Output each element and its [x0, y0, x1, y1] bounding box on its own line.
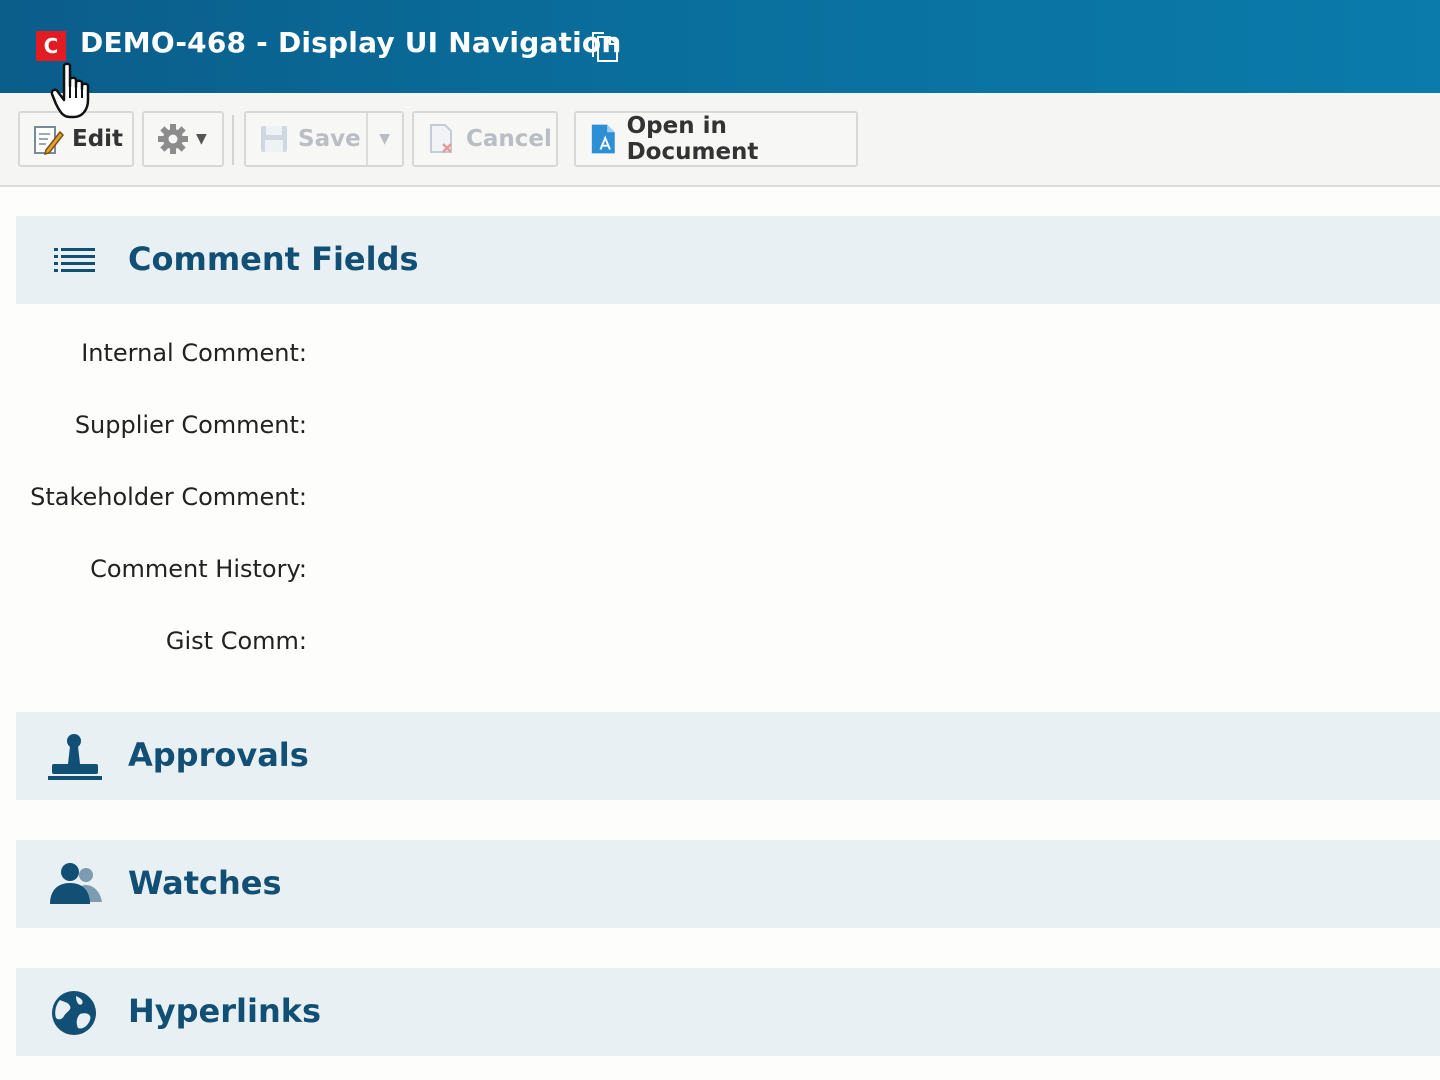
section-header-hyperlinks[interactable]: Hyperlinks: [16, 968, 1440, 1056]
chevron-down-icon: ▼: [196, 131, 207, 147]
users-icon: [50, 863, 102, 904]
edit-icon: [34, 126, 64, 156]
settings-menu-button[interactable]: ▼: [142, 111, 224, 167]
field-label-gist-comm: Gist Comm:: [165, 627, 307, 655]
section-header-approvals[interactable]: Approvals: [16, 712, 1440, 800]
item-type-badge: C: [36, 31, 66, 61]
section-header-comment-fields[interactable]: Comment Fields: [16, 216, 1440, 304]
list-icon: [54, 248, 95, 272]
cancel-icon: [430, 124, 452, 153]
save-label: Save: [298, 126, 361, 152]
edit-label: Edit: [72, 126, 124, 152]
save-split-divider: [366, 113, 368, 165]
section-title: Hyperlinks: [128, 992, 322, 1030]
save-button[interactable]: Save ▼: [244, 111, 404, 167]
item-header: C DEMO-468 - Display UI Navigation: [0, 0, 1440, 93]
save-icon: [261, 126, 287, 152]
section-title: Approvals: [128, 736, 309, 774]
field-label-internal-comment: Internal Comment:: [81, 339, 307, 367]
hand-cursor-icon: [50, 62, 90, 119]
cancel-button[interactable]: Cancel: [412, 111, 558, 167]
gear-icon: [158, 124, 188, 154]
field-label-comment-history: Comment History:: [90, 555, 307, 583]
toolbar-separator: [232, 115, 234, 165]
section-title: Comment Fields: [128, 240, 419, 278]
field-label-supplier-comment: Supplier Comment:: [74, 411, 307, 439]
open-in-document-label: Open in Document: [626, 113, 759, 165]
section-header-watches[interactable]: Watches: [16, 840, 1440, 928]
open-document-icon: [591, 124, 615, 154]
section-title: Watches: [128, 864, 282, 902]
item-title[interactable]: DEMO-468 - Display UI Navigation: [80, 26, 622, 59]
toolbar: Edit ▼ Save ▼ Cancel Open in Document: [0, 93, 1440, 187]
copy-icon[interactable]: [588, 29, 622, 63]
cancel-label: Cancel: [466, 126, 552, 152]
save-dropdown-chevron-icon[interactable]: ▼: [379, 131, 390, 147]
stamp-icon: [48, 734, 102, 780]
globe-icon: [52, 991, 96, 1035]
open-in-document-button[interactable]: Open in Document: [574, 111, 858, 167]
field-label-stakeholder-comment: Stakeholder Comment:: [30, 483, 307, 511]
